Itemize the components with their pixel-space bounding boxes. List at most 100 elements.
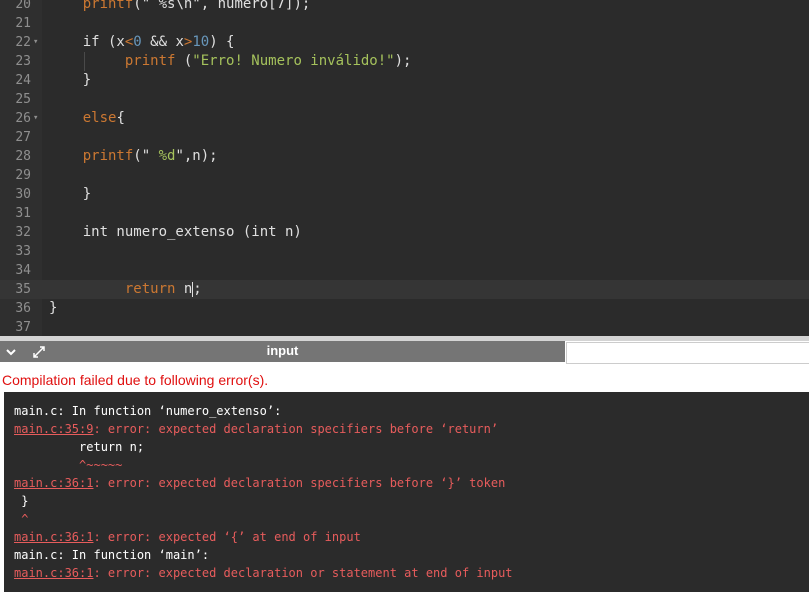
- output-line: }: [14, 492, 28, 510]
- line-number: 34: [15, 263, 31, 278]
- code-token: else: [82, 110, 117, 126]
- code-line[interactable]: 32 int numero_extenso (int n): [0, 223, 809, 242]
- code-token: n: [175, 281, 193, 297]
- code-text: if (x<0 && x>10) {: [49, 33, 235, 52]
- code-line[interactable]: 36}: [0, 299, 809, 318]
- code-text: }: [49, 185, 91, 204]
- error-location-link[interactable]: main.c:35:9: [14, 422, 93, 436]
- code-text: else{: [49, 109, 125, 128]
- line-number: 24: [15, 73, 31, 88]
- output-text: main.c: In function ‘main’:: [14, 548, 210, 562]
- line-number: 30: [15, 187, 31, 202]
- code-line[interactable]: 22 ▾ if (x<0 && x>10) {: [0, 33, 809, 52]
- code-line[interactable]: 34: [0, 261, 809, 280]
- line-number: 28: [15, 149, 31, 164]
- output-line: main.c: In function ‘numero_extenso’:: [14, 402, 281, 420]
- line-number: 35: [15, 282, 31, 297]
- output-text: : error: expected declaration specifiers…: [93, 476, 506, 490]
- code-text: printf ("Erro! Numero inválido!");: [49, 52, 412, 71]
- line-number: 22: [15, 35, 31, 50]
- code-token: (": [133, 148, 151, 164]
- line-number: 21: [15, 16, 31, 31]
- code-line[interactable]: 37: [0, 318, 809, 336]
- output-line: return n;: [14, 438, 144, 456]
- input-tab-label: input: [266, 343, 299, 358]
- error-location-link[interactable]: main.c:36:1: [14, 530, 93, 544]
- line-number: 27: [15, 130, 31, 145]
- output-text: ^: [14, 512, 29, 526]
- code-line[interactable]: 27: [0, 128, 809, 147]
- output-line: main.c:36:1: error: expected declaration…: [14, 474, 505, 492]
- line-number: 31: [15, 206, 31, 221]
- code-token: {: [116, 110, 125, 126]
- code-token: printf: [82, 148, 134, 164]
- code-text: }: [49, 71, 91, 90]
- output-line: ^: [14, 510, 28, 528]
- output-text: : error: expected declaration or stateme…: [93, 566, 513, 580]
- output-line: main.c:36:1: error: expected ‘{’ at end …: [14, 528, 361, 546]
- code-token: ) {: [209, 34, 235, 50]
- fold-toggle-icon[interactable]: ▾: [33, 109, 38, 128]
- output-line: ^~~~~~: [14, 456, 122, 474]
- compilation-status: Compilation failed due to following erro…: [2, 372, 269, 388]
- line-number: 23: [15, 54, 31, 69]
- code-text: return n;: [49, 280, 202, 299]
- code-line[interactable]: 25: [0, 90, 809, 109]
- error-location-link[interactable]: main.c:36:1: [14, 476, 93, 490]
- code-line[interactable]: 35 return n;: [0, 280, 809, 299]
- io-toolbar: input: [0, 341, 809, 364]
- code-line[interactable]: 26 ▾ else{: [0, 109, 809, 128]
- code-token: return: [124, 281, 176, 297]
- input-tab[interactable]: input: [0, 341, 565, 362]
- code-token: );: [394, 53, 412, 69]
- code-token: }: [49, 300, 58, 316]
- code-line[interactable]: 20 printf(" %s\n", numero[7]);: [0, 0, 809, 14]
- code-line[interactable]: 28 printf(" %d",n);: [0, 147, 809, 166]
- code-line[interactable]: 24 }: [0, 71, 809, 90]
- code-line[interactable]: 23 printf ("Erro! Numero inválido!");: [0, 52, 809, 71]
- output-text: : error: expected ‘{’ at end of input: [93, 530, 361, 544]
- code-text: }: [49, 299, 57, 318]
- output-text: : error: expected declaration specifiers…: [93, 422, 499, 436]
- output-text: return n;: [14, 440, 145, 454]
- compiler-output: main.c: In function ‘numero_extenso’:mai…: [4, 392, 809, 592]
- line-number: 29: [15, 168, 31, 183]
- code-text: int numero_extenso (int n): [49, 223, 302, 242]
- code-line[interactable]: 21: [0, 14, 809, 33]
- fold-toggle-icon[interactable]: ▾: [33, 33, 38, 52]
- code-editor[interactable]: 20 printf(" %s\n", numero[7]); 21 22 ▾ if (…: [0, 0, 809, 336]
- code-token: int numero_extenso (int n): [49, 224, 302, 240]
- code-line[interactable]: 29: [0, 166, 809, 185]
- line-number: 32: [15, 225, 31, 240]
- code-token: ",n);: [175, 148, 218, 164]
- code-text: printf(" %s\n", numero[7]);: [49, 0, 311, 14]
- code-text: printf(" %d",n);: [49, 147, 218, 166]
- code-token: "Erro! Numero inválido!": [192, 53, 395, 69]
- code-token: }: [49, 186, 92, 202]
- code-token: (" %s\n", numero[7]);: [133, 0, 311, 12]
- line-number: 26: [15, 111, 31, 126]
- code-token: %d: [150, 148, 176, 164]
- error-location-link[interactable]: main.c:36:1: [14, 566, 93, 580]
- line-number: 36: [15, 301, 31, 316]
- line-number: 37: [15, 320, 31, 335]
- code-token: 10: [192, 34, 210, 50]
- stdin-input[interactable]: [566, 342, 809, 364]
- output-line: main.c: In function ‘main’:: [14, 546, 209, 564]
- code-token: (: [175, 53, 193, 69]
- code-line[interactable]: 31: [0, 204, 809, 223]
- code-token: 0: [133, 34, 142, 50]
- code-token: printf: [124, 53, 176, 69]
- code-token: && x: [141, 34, 184, 50]
- output-line: main.c:36:1: error: expected declaration…: [14, 564, 513, 582]
- code-line[interactable]: 30 }: [0, 185, 809, 204]
- code-line[interactable]: 33: [0, 242, 809, 261]
- output-text: main.c: In function ‘numero_extenso’:: [14, 404, 282, 418]
- output-line: main.c:35:9: error: expected declaration…: [14, 420, 498, 438]
- line-number: 20: [15, 0, 31, 12]
